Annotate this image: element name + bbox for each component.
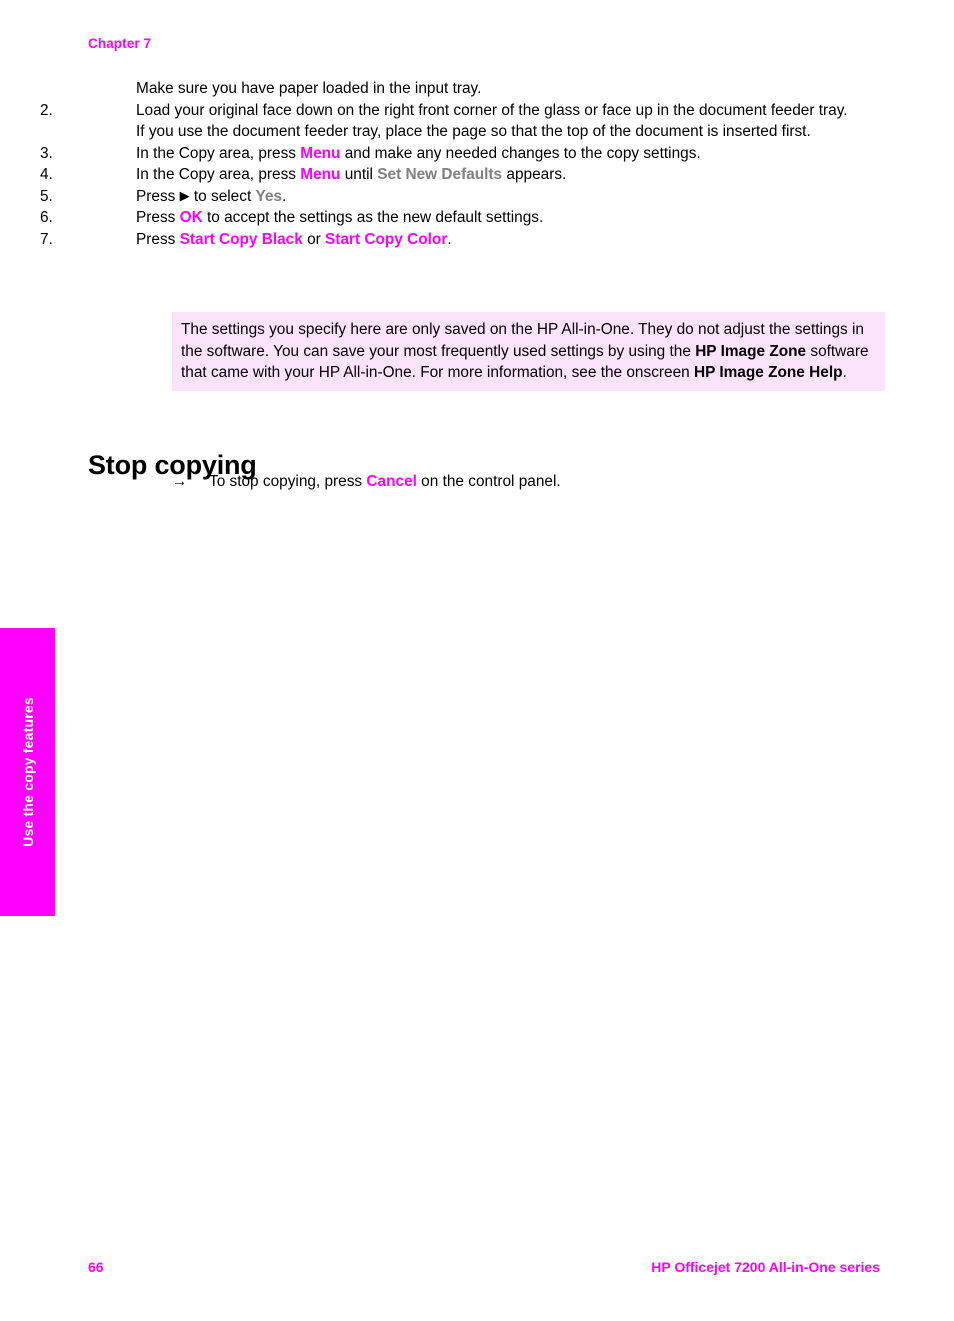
procedure-step: 6. Press OK to accept the settings as the… — [40, 207, 888, 229]
text-run: Press — [136, 230, 180, 248]
text-run: Press — [136, 209, 180, 226]
procedure-step: 4. In the Copy area, press Menu until Set… — [40, 164, 888, 186]
ui-control-name: Menu — [300, 144, 341, 162]
page-content: Make sure you have paper loaded in the i… — [40, 78, 888, 251]
procedure-step-list: 2. Load your original face down on the ri… — [40, 100, 888, 251]
ui-display-text: Set New Defaults — [377, 166, 503, 183]
step-number: 7. — [40, 230, 53, 248]
step-text: In the Copy area, press Menu until Set N… — [136, 166, 566, 183]
side-thumb-tab: Use the copy features — [0, 628, 55, 916]
step-text: Press ▶ to select Yes. — [136, 188, 286, 205]
text-run: appears. — [502, 166, 567, 183]
chapter-running-head: Chapter 7 — [88, 36, 152, 51]
text-run: In the Copy area, press — [136, 166, 301, 183]
step-text: In the Copy area, press Menu and make an… — [136, 145, 701, 162]
footer-page-number: 66 — [88, 1259, 104, 1275]
text-run: on the control panel. — [416, 473, 561, 490]
step-text: Press Start Copy Black or Start Copy Col… — [136, 231, 452, 248]
text-run: Load your original face down on the righ… — [136, 101, 848, 119]
ui-control-name: Cancel — [366, 473, 417, 490]
step-number: 2. — [40, 101, 53, 119]
text-run: . — [447, 230, 452, 248]
text-run: . — [842, 364, 847, 381]
procedure-intro-line: Make sure you have paper loaded in the i… — [136, 80, 482, 97]
text-run: To stop copying, press — [209, 473, 367, 490]
emphasis-text: HP Image Zone Help — [693, 364, 843, 381]
step-number: 4. — [40, 166, 53, 183]
text-run: . — [282, 187, 287, 205]
step-number: 5. — [40, 187, 53, 205]
right-triangle-icon: ▶ — [179, 187, 190, 203]
footer-product-title: HP Officejet 7200 All-in-One series — [651, 1259, 880, 1275]
procedure-step: 3. In the Copy area, press Menu and make … — [40, 143, 888, 165]
ui-control-name: OK — [179, 209, 203, 226]
text-run: Press — [136, 187, 180, 205]
procedure-step: 2. Load your original face down on the ri… — [40, 100, 888, 143]
ui-control-name: Menu — [300, 166, 341, 183]
step-text: Press OK to accept the settings as the n… — [136, 209, 543, 226]
text-run: to accept the settings as the new defaul… — [202, 209, 544, 226]
text-run: In the Copy area, press — [136, 144, 301, 162]
emphasis-text: HP Image Zone — [695, 342, 807, 360]
step-number: 3. — [40, 144, 53, 162]
right-arrow-icon: → — [172, 473, 188, 490]
ui-control-name: Start Copy Black — [179, 230, 303, 248]
note-text: The settings you specify here are only s… — [181, 321, 869, 381]
text-run: and make any needed changes to the copy … — [340, 144, 701, 162]
single-step-text: To stop copying, press Cancel on the con… — [209, 471, 561, 493]
step-number: 6. — [40, 209, 53, 226]
ui-display-text: Yes — [255, 187, 283, 205]
procedure-step: 5. Press ▶ to select Yes. — [40, 186, 888, 208]
single-step-bullet: → To stop copying, press Cancel on the c… — [172, 471, 561, 493]
text-run: until — [340, 166, 378, 183]
text-run: to select — [189, 187, 256, 205]
procedure-step: 7. Press Start Copy Black or Start Copy C… — [40, 229, 888, 251]
text-run: or — [302, 230, 326, 248]
ui-control-name: Start Copy Color — [325, 230, 448, 248]
note-callout-box: The settings you specify here are only s… — [172, 312, 885, 391]
step-text: Load your original face down on the righ… — [136, 102, 848, 119]
side-thumb-tab-label: Use the copy features — [19, 697, 36, 847]
step-continuation-text: If you use the document feeder tray, pla… — [136, 123, 811, 140]
